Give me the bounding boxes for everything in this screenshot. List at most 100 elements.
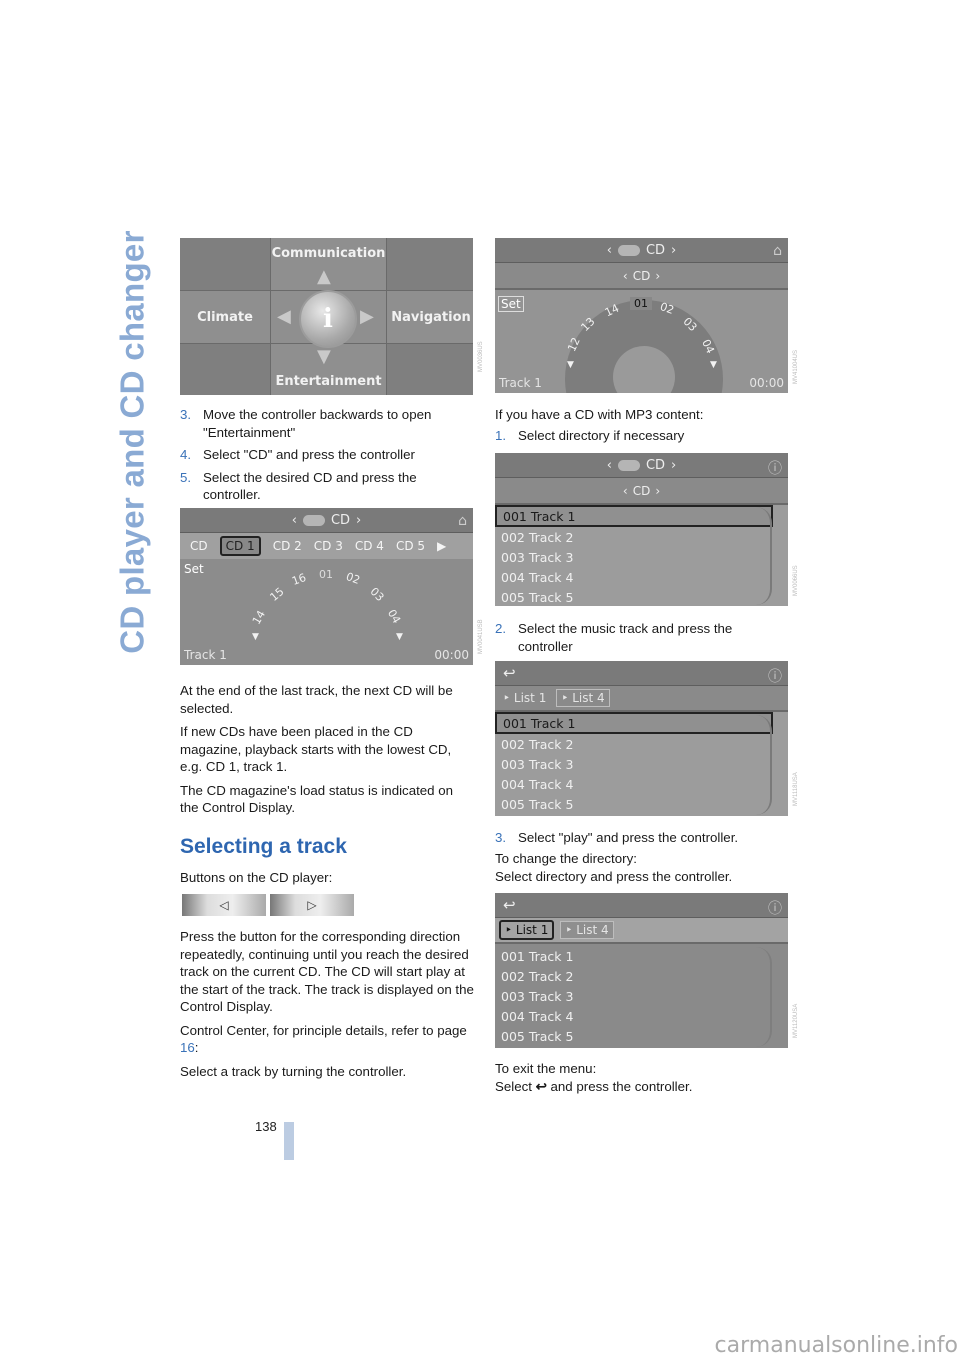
track-number[interactable]: 01: [319, 568, 333, 581]
main-menu-screenshot: Communication Climate Navigation Enterta…: [180, 238, 473, 395]
set-button[interactable]: Set: [498, 296, 524, 312]
time-status: 00:00: [434, 648, 469, 662]
page-link[interactable]: 16: [180, 1040, 195, 1055]
list-item[interactable]: 004 Track 4: [495, 774, 773, 794]
back-icon[interactable]: ↩: [503, 664, 516, 682]
scrollbar[interactable]: [756, 507, 772, 605]
left-arrow-icon: ‹: [606, 457, 612, 473]
screen-title-bar: ‹ CD › ⓘ: [495, 453, 788, 478]
step-item: 1. Select directory if necessary: [495, 427, 790, 450]
scroll-down-icon[interactable]: ▼: [396, 632, 403, 642]
image-code: MV0036US: [478, 341, 484, 372]
list-item[interactable]: 001 Track 1: [495, 505, 773, 527]
arrow-right-icon: ▶: [360, 306, 374, 327]
menu-cell-empty: [387, 344, 473, 395]
cd-changer-screenshot: ‹ CD › ⌂ CD CD 1 CD 2 CD 3 CD 4 CD 5 ▶ Set…: [180, 508, 473, 665]
screen-title-bar: ↩ ⓘ: [495, 893, 788, 918]
next-track-button: ▷: [270, 894, 354, 916]
info-icon: ⓘ: [768, 669, 782, 685]
prev-arrow-icon: ◁: [219, 898, 229, 912]
directory-chip-selected[interactable]: ‣ List 1: [499, 920, 555, 940]
list-item[interactable]: 004 Track 4: [495, 1006, 773, 1026]
track-number[interactable]: 03: [367, 585, 386, 604]
list-item[interactable]: 002 Track 2: [495, 966, 773, 986]
tab-cd-1[interactable]: CD 1: [219, 536, 261, 556]
paragraph: Select a track by turning the controller…: [180, 1063, 407, 1079]
step-text: Select "CD" and press the controller: [203, 447, 415, 462]
info-controller-icon: i: [299, 290, 357, 348]
tab-cd-5[interactable]: CD 5: [396, 539, 425, 553]
list-item[interactable]: 003 Track 3: [495, 986, 773, 1006]
instruction-line: Select directory and press the controlle…: [495, 868, 733, 884]
track-number[interactable]: 04: [385, 607, 403, 626]
page-marker-bar: [284, 1122, 294, 1160]
step-text: Move the controller backwards to open "E…: [203, 407, 432, 440]
list-item[interactable]: 003 Track 3: [495, 754, 773, 774]
disc-icon: [617, 244, 640, 256]
back-icon[interactable]: ↩: [503, 896, 516, 914]
step-item: 3. Move the controller backwards to open …: [180, 406, 475, 441]
section-heading-text: Selecting a track: [180, 835, 347, 858]
prev-track-button: ◁: [182, 894, 266, 916]
list-item[interactable]: 001 Track 1: [495, 946, 773, 966]
list-item[interactable]: 005 Track 5: [495, 794, 773, 814]
directory-chip[interactable]: ‣ List 4: [560, 921, 614, 939]
screen-title-bar: ‹ CD › ⌂: [180, 508, 473, 533]
scroll-down-icon[interactable]: ▼: [567, 360, 574, 370]
source-selector[interactable]: ‹ CD ›: [495, 263, 788, 290]
track-list: 001 Track 1 002 Track 2 003 Track 3 004 …: [495, 712, 773, 814]
buttons-intro: Buttons on the CD player:: [180, 870, 333, 885]
dir-change-instructions: To change the directory: Select director…: [495, 850, 790, 885]
screen-title-bar: ‹ CD › ⌂: [495, 238, 788, 263]
directory-chip-current[interactable]: ‣ List 4: [556, 689, 610, 707]
info-icon: ⓘ: [768, 901, 782, 917]
directory-chip[interactable]: ‣ List 1: [499, 690, 550, 706]
track-number[interactable]: 15: [267, 585, 286, 604]
list-item[interactable]: 003 Track 3: [495, 547, 773, 567]
track-number[interactable]: 14: [250, 608, 268, 627]
paragraph: Press the button for the corresponding d…: [180, 929, 474, 1014]
right-arrow-icon: ›: [356, 512, 362, 528]
tab-cd-3[interactable]: CD 3: [314, 539, 343, 553]
menu-item-climate: Climate: [180, 291, 270, 343]
track-status: Track 1: [184, 648, 227, 662]
scrollbar[interactable]: [756, 715, 772, 815]
tab-cd[interactable]: CD: [190, 539, 208, 553]
tab-cd-2[interactable]: CD 2: [273, 539, 302, 553]
instruction-text: and press the controller.: [546, 1078, 693, 1094]
left-arrow-icon: ‹: [291, 512, 297, 528]
cd-tabs: CD CD 1 CD 2 CD 3 CD 4 CD 5 ▶: [180, 533, 473, 559]
list-item[interactable]: 004 Track 4: [495, 567, 773, 587]
arrow-up-icon: ▲: [317, 266, 331, 287]
track-number[interactable]: 16: [290, 571, 308, 588]
list-item[interactable]: 001 Track 1: [495, 712, 773, 734]
info-icon: ⓘ: [768, 461, 782, 477]
source-selector[interactable]: ‹ CD ›: [495, 478, 788, 505]
track-number[interactable]: 02: [344, 570, 362, 587]
cd-track-screenshot: ‹ CD › ⌂ ‹ CD › Set 12 13 14 01 02 03 04 ▼…: [495, 238, 788, 393]
set-button[interactable]: Set: [184, 562, 204, 576]
track-status: Track 1: [499, 376, 542, 390]
tab-cd-4[interactable]: CD 4: [355, 539, 384, 553]
step-text: Select the music track and press the con…: [518, 621, 733, 654]
tabs-more-icon[interactable]: ▶: [437, 539, 446, 553]
list-item[interactable]: 002 Track 2: [495, 734, 773, 754]
paragraph: The CD magazine's load status is indicat…: [180, 782, 454, 816]
scrollbar[interactable]: [756, 947, 772, 1047]
menu-cell-empty: [180, 238, 270, 290]
home-icon: ⌂: [458, 513, 467, 529]
left-arrow-icon: ‹: [622, 483, 628, 498]
screen-title: CD: [330, 512, 351, 528]
step-item: 5. Select the desired CD and press the co…: [180, 469, 475, 504]
list-item[interactable]: 005 Track 5: [495, 1026, 773, 1046]
step-text: Select "play" and press the controller.: [518, 830, 739, 845]
scroll-down-icon[interactable]: ▼: [710, 360, 717, 370]
list-item[interactable]: 002 Track 2: [495, 527, 773, 547]
list-item[interactable]: 005 Track 5: [495, 587, 773, 606]
track-number-selected[interactable]: 01: [630, 297, 652, 310]
left-arrow-icon: ‹: [606, 242, 612, 258]
instruction-text: Select: [495, 1078, 536, 1094]
scroll-down-icon[interactable]: ▼: [252, 632, 259, 642]
mp3-directory-screenshot: ‹ CD › ⓘ ‹ CD › 001 Track 1 002 Track 2 00…: [495, 453, 788, 606]
step-number: 3.: [180, 407, 192, 422]
